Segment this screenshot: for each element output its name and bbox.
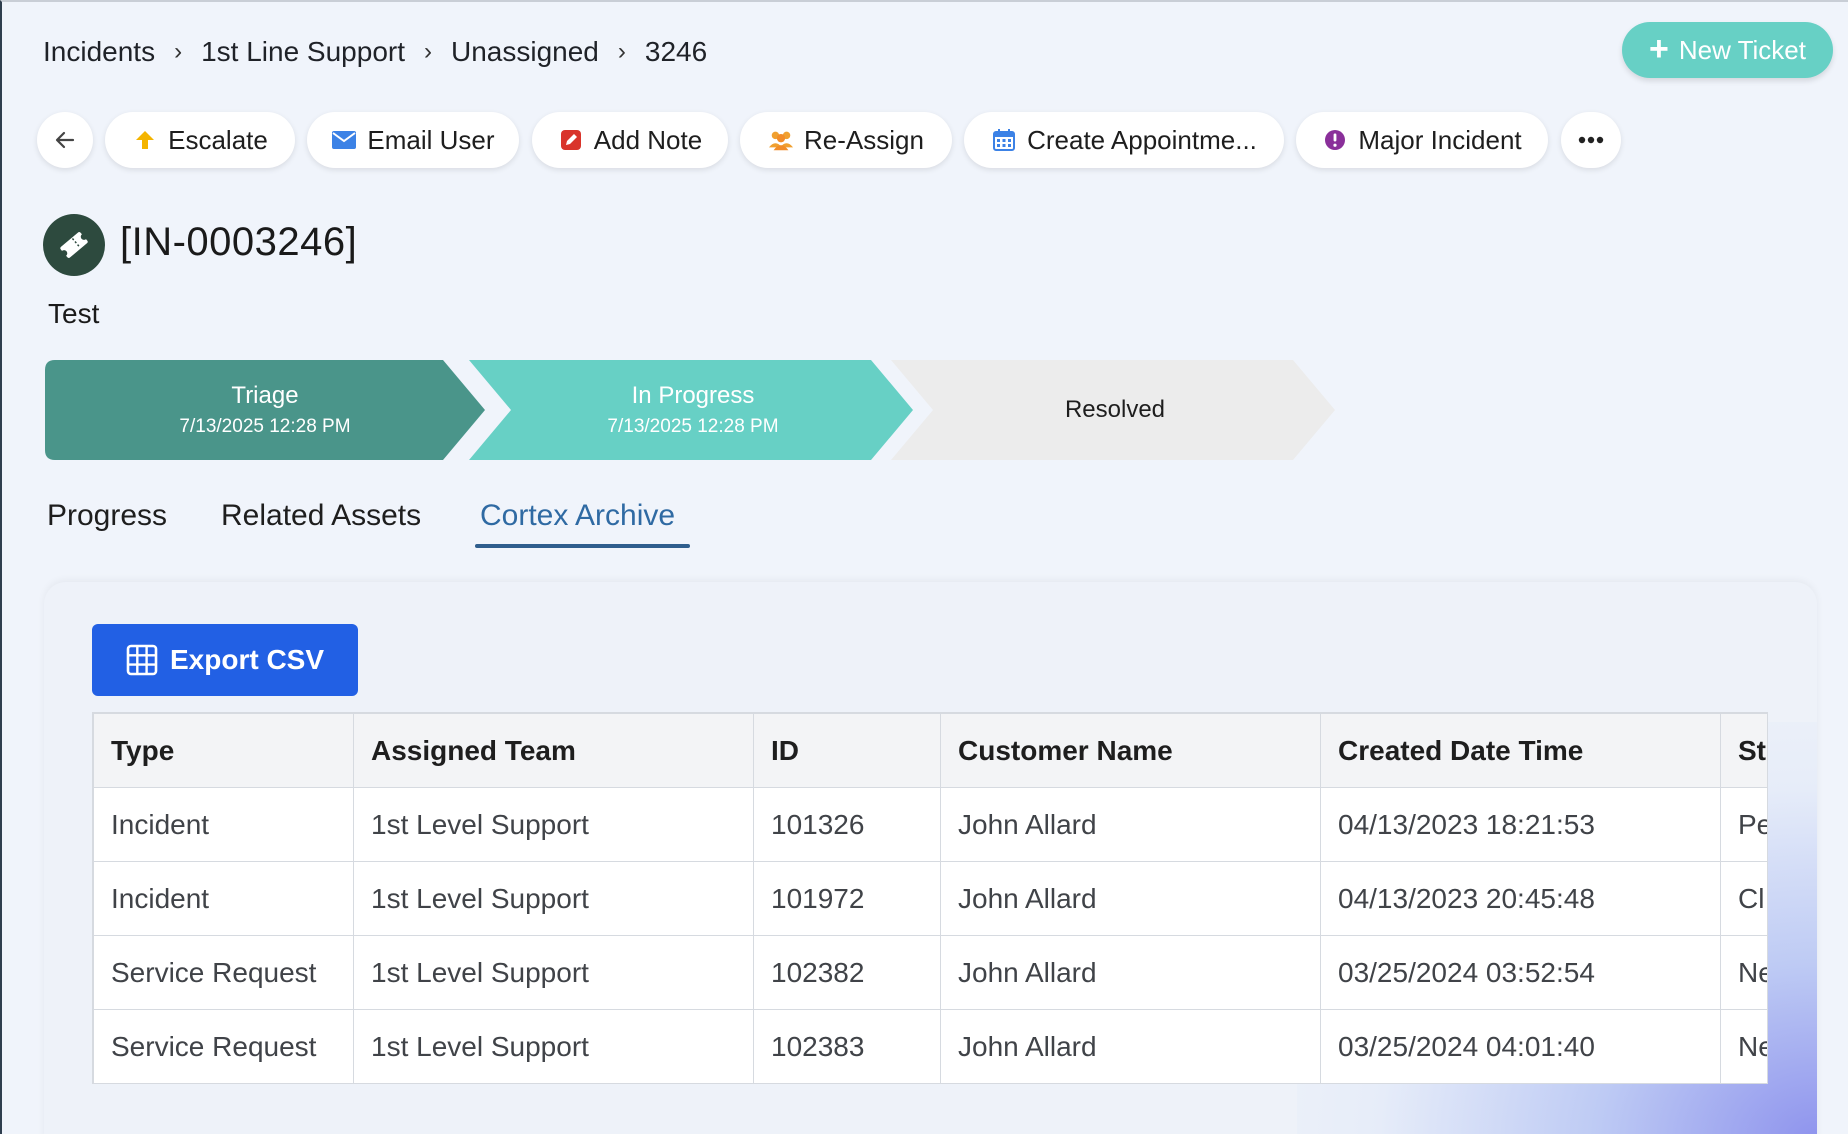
tab-related-assets[interactable]: Related Assets [221,499,421,533]
arrow-left-icon [55,131,75,149]
cell-created-date-time: 03/25/2024 03:52:54 [1320,935,1721,1010]
users-icon [768,127,794,153]
cell-assigned-team: 1st Level Support [353,787,754,862]
cell-status: Cl [1720,861,1767,936]
cell-assigned-team: 1st Level Support [353,935,754,1010]
archive-table[interactable]: Type Assigned Team ID Customer Name Crea… [92,712,1768,1084]
table-header-row: Type Assigned Team ID Customer Name Crea… [93,713,1767,788]
chevron-right-icon: › [617,38,626,65]
action-toolbar: Escalate Email User Add Note Re-Assign C… [2,112,1848,168]
stage-name: In Progress [631,382,755,409]
column-header-type[interactable]: Type [93,713,354,788]
cell-type: Service Request [93,1009,354,1083]
add-note-label: Add Note [593,124,703,155]
breadcrumb-queue[interactable]: Unassigned [451,36,599,68]
cell-customer-name: John Allard [940,861,1321,936]
create-appointment-button[interactable]: Create Appointme... [964,112,1284,168]
new-ticket-button[interactable]: + New Ticket [1622,22,1833,78]
ellipsis-icon [1578,136,1604,144]
table-row[interactable]: Incident 1st Level Support 101326 John A… [93,787,1767,862]
active-tab-indicator [475,544,690,548]
cell-status: Pe [1720,787,1767,862]
cell-status: Ne [1720,935,1767,1010]
major-incident-button[interactable]: Major Incident [1296,112,1548,168]
cortex-archive-panel: Export CSV Type Assigned Team ID Custome… [44,582,1817,1134]
reassign-button[interactable]: Re-Assign [740,112,952,168]
export-csv-label: Export CSV [169,644,325,675]
escalate-button[interactable]: Escalate [105,112,295,168]
calendar-icon [991,127,1017,153]
breadcrumb-incidents[interactable]: Incidents [43,36,155,68]
new-ticket-label: New Ticket [1678,34,1806,65]
stage-name: Resolved [1064,396,1166,423]
cell-type: Incident [93,787,354,862]
export-csv-button[interactable]: Export CSV [92,624,358,696]
reassign-label: Re-Assign [804,124,924,155]
major-incident-label: Major Incident [1358,124,1522,155]
email-user-label: Email User [367,124,495,155]
cell-id: 102383 [753,1009,941,1083]
envelope-icon [331,127,357,153]
ticket-id-title: [IN-0003246] [120,220,358,264]
back-button[interactable] [37,112,93,168]
chevron-right-icon: › [424,38,432,65]
cell-assigned-team: 1st Level Support [353,1009,754,1083]
tab-progress[interactable]: Progress [47,499,167,533]
column-header-status[interactable]: St [1720,713,1767,788]
stage-date: 7/13/2025 12:28 PM [179,416,351,437]
cell-type: Service Request [93,935,354,1010]
table-row[interactable]: Service Request 1st Level Support 102382… [93,935,1767,1010]
create-appointment-label: Create Appointme... [1027,124,1257,155]
breadcrumb-team[interactable]: 1st Line Support [201,36,405,68]
ticket-icon [43,214,105,276]
stage-resolved[interactable]: Resolved [891,360,1337,460]
breadcrumb-ticket: 3246 [644,36,708,67]
cell-type: Incident [93,861,354,936]
arrow-up-icon [132,127,158,153]
cell-id: 101326 [753,787,941,862]
table-grid-icon [126,644,158,676]
table-row[interactable]: Service Request 1st Level Support 102383… [93,1009,1767,1083]
cell-customer-name: John Allard [940,935,1321,1010]
column-header-id[interactable]: ID [753,713,941,788]
stage-progress: Triage 7/13/2025 12:28 PM In Progress 7/… [45,360,1345,462]
column-header-assigned-team[interactable]: Assigned Team [353,713,754,788]
table-row[interactable]: Incident 1st Level Support 101972 John A… [93,861,1767,936]
cell-created-date-time: 04/13/2023 20:45:48 [1320,861,1721,936]
add-note-button[interactable]: Add Note [532,112,728,168]
more-options-button[interactable] [1561,112,1621,168]
escalate-label: Escalate [168,124,268,155]
column-header-customer-name[interactable]: Customer Name [940,713,1321,788]
chevron-right-icon: › [174,38,183,65]
stage-in-progress[interactable]: In Progress 7/13/2025 12:28 PM [469,360,915,460]
stage-triage[interactable]: Triage 7/13/2025 12:28 PM [45,360,485,460]
exclamation-circle-icon [1322,127,1348,153]
email-user-button[interactable]: Email User [307,112,519,168]
cell-assigned-team: 1st Level Support [353,861,754,936]
cell-created-date-time: 03/25/2024 04:01:40 [1320,1009,1721,1083]
stage-date: 7/13/2025 12:28 PM [607,416,779,437]
pencil-square-icon [558,127,584,153]
stage-name: Triage [231,382,299,409]
cell-id: 102382 [753,935,941,1010]
cell-created-date-time: 04/13/2023 18:21:53 [1320,787,1721,862]
column-header-created-date-time[interactable]: Created Date Time [1320,713,1721,788]
cell-id: 101972 [753,861,941,936]
tab-cortex-archive[interactable]: Cortex Archive [480,499,675,533]
cell-customer-name: John Allard [940,1009,1321,1083]
breadcrumb: Incidents › 1st Line Support › Unassigne… [43,32,707,72]
ticket-subject: Test [48,298,100,329]
cell-status: Ne [1720,1009,1767,1083]
cell-customer-name: John Allard [940,787,1321,862]
plus-icon: + [1648,29,1669,68]
